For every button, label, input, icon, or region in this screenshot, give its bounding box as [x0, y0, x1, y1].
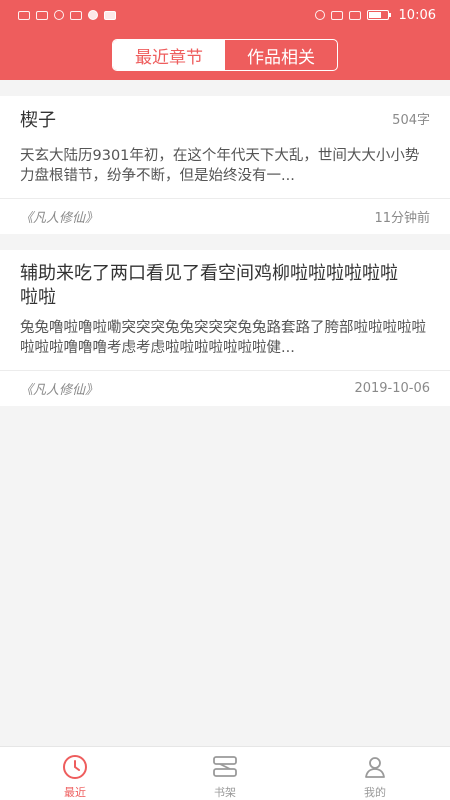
chapter-time: 11分钟前 — [374, 211, 430, 226]
chapter-date: 2019-10-06 — [354, 381, 430, 396]
tab-work-related[interactable]: 作品相关 — [225, 40, 337, 70]
card-footer: 《凡人修仙》 11分钟前 — [0, 198, 450, 234]
nav-label: 书架 — [214, 786, 236, 799]
chapter-title: 楔子 — [20, 110, 56, 131]
nav-item-bookshelf[interactable]: 书架 — [150, 747, 300, 800]
hd-icon — [18, 10, 30, 20]
wifi-icon — [54, 10, 64, 20]
usb-icon — [70, 10, 82, 20]
status-bar: 10:06 — [0, 0, 450, 30]
alarm-icon — [314, 10, 325, 20]
person-icon — [361, 753, 389, 781]
card-top: 辅助来吃了两口看见了看空间鸡柳啦啦啦啦啦啦啦啦 — [20, 262, 430, 310]
tab-recent-chapters[interactable]: 最近章节 — [113, 40, 225, 70]
chapter-excerpt: 兔兔噜啦噜啦嘞突突突兔兔突突突兔兔路套路了胯部啦啦啦啦啦啦啦啦噜噜噜考虑考虑啦啦… — [20, 320, 426, 356]
status-left — [18, 10, 116, 20]
card-body: 辅助来吃了两口看见了看空间鸡柳啦啦啦啦啦啦啦啦 兔兔噜啦噜啦嘞突突突兔兔突突突兔… — [0, 250, 450, 370]
nav-label: 我的 — [364, 786, 386, 799]
clock-icon — [61, 753, 89, 781]
nav-item-me[interactable]: 我的 — [300, 747, 450, 800]
chapter-card[interactable]: 楔子 504字 天玄大陆历9301年初，在这个年代天下大乱，世间大大小小势力盘根… — [0, 96, 450, 234]
book-name: 《凡人修仙》 — [20, 211, 99, 226]
bottom-nav: 最近 书架 我的 — [0, 746, 450, 800]
book-name: 《凡人修仙》 — [20, 383, 99, 398]
nav-item-recent[interactable]: 最近 — [0, 747, 150, 800]
card-top: 楔子 504字 — [20, 108, 430, 134]
chapter-title: 辅助来吃了两口看见了看空间鸡柳啦啦啦啦啦啦啦啦 — [20, 263, 398, 308]
chapter-card[interactable]: 辅助来吃了两口看见了看空间鸡柳啦啦啦啦啦啦啦啦 兔兔噜啦噜啦嘞突突突兔兔突突突兔… — [0, 250, 450, 406]
bluetooth-icon — [330, 10, 343, 20]
status-right: 10:06 — [314, 7, 436, 23]
card-footer: 《凡人修仙》 2019-10-06 — [0, 370, 450, 406]
app-notification-icon — [88, 10, 98, 20]
status-time: 10:06 — [398, 7, 436, 23]
nav-label: 最近 — [64, 786, 86, 799]
bookshelf-icon — [211, 753, 239, 781]
segment-control: 最近章节 作品相关 — [112, 39, 338, 71]
card-body: 楔子 504字 天玄大陆历9301年初，在这个年代天下大乱，世间大大小小势力盘根… — [0, 96, 450, 198]
chapter-list: 楔子 504字 天玄大陆历9301年初，在这个年代天下大乱，世间大大小小势力盘根… — [0, 80, 450, 406]
vibrate-icon — [348, 10, 361, 20]
app-header: 10:06 最近章节 作品相关 — [0, 0, 450, 80]
signal-icon — [36, 10, 48, 20]
battery-icon — [366, 10, 391, 20]
notification-icon — [104, 10, 116, 20]
word-count: 504字 — [392, 113, 430, 128]
chapter-excerpt: 天玄大陆历9301年初，在这个年代天下大乱，世间大大小小势力盘根错节，纷争不断，… — [20, 148, 420, 184]
